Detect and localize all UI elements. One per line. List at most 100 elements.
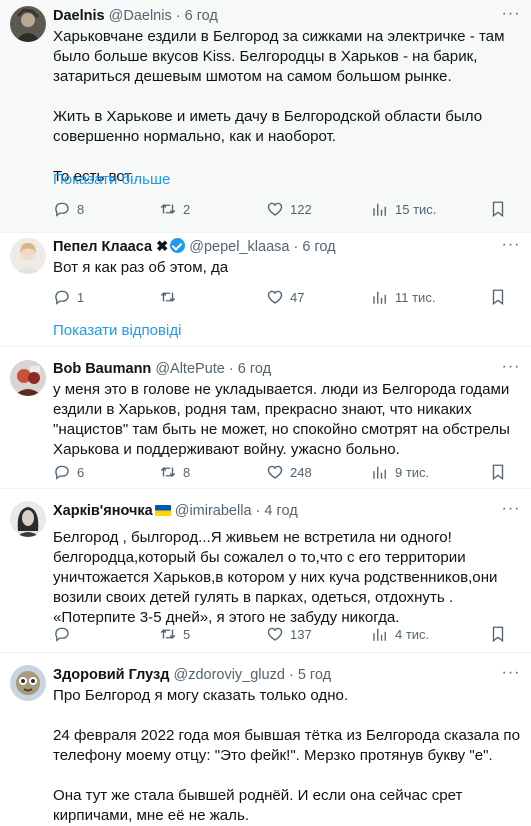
avatar[interactable] (10, 501, 46, 537)
timestamp[interactable]: 6 год (238, 361, 271, 377)
author-name[interactable]: Харків'яночка (53, 503, 171, 519)
verified-badge-icon (170, 238, 186, 253)
tweet-actions: 5 137 4 тис. (53, 624, 519, 644)
more-icon[interactable]: ··· (501, 237, 521, 259)
avatar[interactable] (10, 665, 46, 701)
avatar[interactable] (10, 360, 46, 396)
author-handle[interactable]: @AltePute (155, 361, 225, 377)
tweet-pepel-klaasa[interactable]: Пепел Клааса ✖ @pepel_klaasa · 6 год ···… (0, 233, 531, 343)
bookmark-button[interactable] (489, 462, 507, 482)
views-icon (373, 628, 386, 641)
tweet-text: Харьковчане ездили в Белгород за сижками… (53, 28, 505, 185)
bookmark-button[interactable] (489, 199, 507, 219)
like-button[interactable]: 248 (266, 462, 312, 482)
reply-icon (55, 290, 69, 305)
bookmark-icon (492, 289, 504, 306)
views-button[interactable]: 11 тис. (371, 287, 435, 307)
retweet-icon (160, 292, 176, 302)
more-icon[interactable]: ··· (501, 6, 521, 28)
author-handle[interactable]: @imirabella (175, 503, 252, 519)
separator-dot: · (175, 8, 181, 24)
tweet-daelnis[interactable]: Daelnis @Daelnis · 6 год ··· Харьковчане… (0, 0, 531, 232)
like-icon (267, 627, 283, 641)
retweet-count: 8 (183, 464, 191, 480)
tweet-actions: 8 2 122 15 тис. (53, 199, 519, 219)
bookmark-icon (492, 626, 504, 643)
views-count: 9 тис. (395, 464, 430, 480)
tweet-zdoroviy-gluzd[interactable]: Здоровий Глузд @zdoroviy_gluzd · 5 год ·… (0, 653, 531, 824)
more-icon[interactable]: ··· (501, 665, 521, 687)
tweet-header: Харків'яночка @imirabella · 4 год (53, 501, 298, 521)
author-handle[interactable]: @pepel_klaasa (189, 239, 289, 255)
separator-dot: · (228, 361, 234, 377)
ukraine-flag-icon (154, 505, 171, 516)
like-icon (267, 202, 283, 216)
timestamp[interactable]: 6 год (185, 8, 218, 24)
retweet-button[interactable]: 5 (159, 624, 190, 644)
views-count: 4 тис. (395, 626, 430, 642)
tweet-actions: 1 47 11 тис. (53, 287, 519, 307)
retweet-button[interactable]: 2 (159, 199, 190, 219)
separator-dot: · (255, 503, 261, 519)
tweet-header: Здоровий Глузд @zdoroviy_gluzd · 5 год (53, 665, 331, 685)
author-name[interactable]: Здоровий Глузд (53, 667, 169, 683)
like-icon (267, 465, 283, 479)
like-count: 137 (290, 626, 312, 642)
like-button[interactable]: 122 (266, 199, 312, 219)
reply-button[interactable]: 6 (53, 462, 84, 482)
author-handle[interactable]: @Daelnis (109, 8, 172, 24)
tweet-header: Bob Baumann @AltePute · 6 год (53, 359, 271, 379)
bookmark-button[interactable] (489, 624, 507, 644)
views-count: 15 тис. (395, 201, 437, 217)
like-count: 47 (290, 289, 305, 305)
views-icon (373, 466, 386, 479)
retweet-count: 5 (183, 626, 191, 642)
reply-icon (55, 202, 69, 217)
views-button[interactable]: 4 тис. (371, 624, 429, 644)
like-count: 122 (290, 201, 312, 217)
author-name[interactable]: Daelnis (53, 8, 105, 24)
tweet-text: у меня это в голове не укладывается. люд… (53, 381, 510, 458)
show-replies-link[interactable]: Показати відповіді (53, 321, 181, 341)
retweet-icon (160, 204, 176, 214)
timestamp[interactable]: 4 год (264, 503, 297, 519)
author-handle[interactable]: @zdoroviy_gluzd (173, 667, 284, 683)
reply-button[interactable] (53, 624, 77, 644)
retweet-icon (160, 629, 176, 639)
views-count: 11 тис. (395, 289, 436, 305)
tweet-header: Пепел Клааса ✖ @pepel_klaasa · 6 год (53, 237, 336, 257)
like-button[interactable]: 47 (266, 287, 304, 307)
author-name-text: Харків'яночка (53, 503, 153, 519)
timestamp[interactable]: 5 год (298, 667, 331, 683)
reply-count: 6 (77, 464, 85, 480)
retweet-icon (160, 467, 176, 477)
like-count: 248 (290, 464, 312, 480)
retweet-button[interactable]: 8 (159, 462, 190, 482)
bookmark-icon (492, 201, 504, 218)
show-more-link[interactable]: Показати більше (53, 170, 170, 190)
reply-button[interactable]: 8 (53, 199, 84, 219)
more-icon[interactable]: ··· (501, 359, 521, 381)
bookmark-button[interactable] (489, 287, 507, 307)
author-name[interactable]: Bob Baumann (53, 361, 151, 377)
more-icon[interactable]: ··· (501, 501, 521, 523)
avatar[interactable] (10, 6, 46, 42)
views-button[interactable]: 15 тис. (371, 199, 436, 219)
author-name-emoji: ✖ (156, 239, 169, 255)
reply-button[interactable]: 1 (53, 287, 84, 307)
like-button[interactable]: 137 (266, 624, 312, 644)
timestamp[interactable]: 6 год (302, 239, 335, 255)
reply-icon (55, 465, 69, 480)
tweet-imirabella[interactable]: Харків'яночка @imirabella · 4 год ··· Бе… (0, 489, 531, 651)
tweet-bob-baumann[interactable]: Bob Baumann @AltePute · 6 год ··· у меня… (0, 347, 531, 487)
bookmark-icon (492, 464, 504, 481)
separator-dot: · (288, 667, 294, 683)
author-name-text: Пепел Клааса (53, 239, 153, 255)
views-icon (373, 291, 386, 304)
retweet-button[interactable] (159, 287, 183, 307)
tweet-text: Белгород , былгород...Я живьем не встрет… (53, 529, 498, 626)
author-name[interactable]: Пепел Клааса ✖ (53, 239, 168, 255)
tweet-actions: 6 8 248 9 тис. (53, 462, 519, 482)
views-button[interactable]: 9 тис. (371, 462, 429, 482)
avatar[interactable] (10, 238, 46, 274)
